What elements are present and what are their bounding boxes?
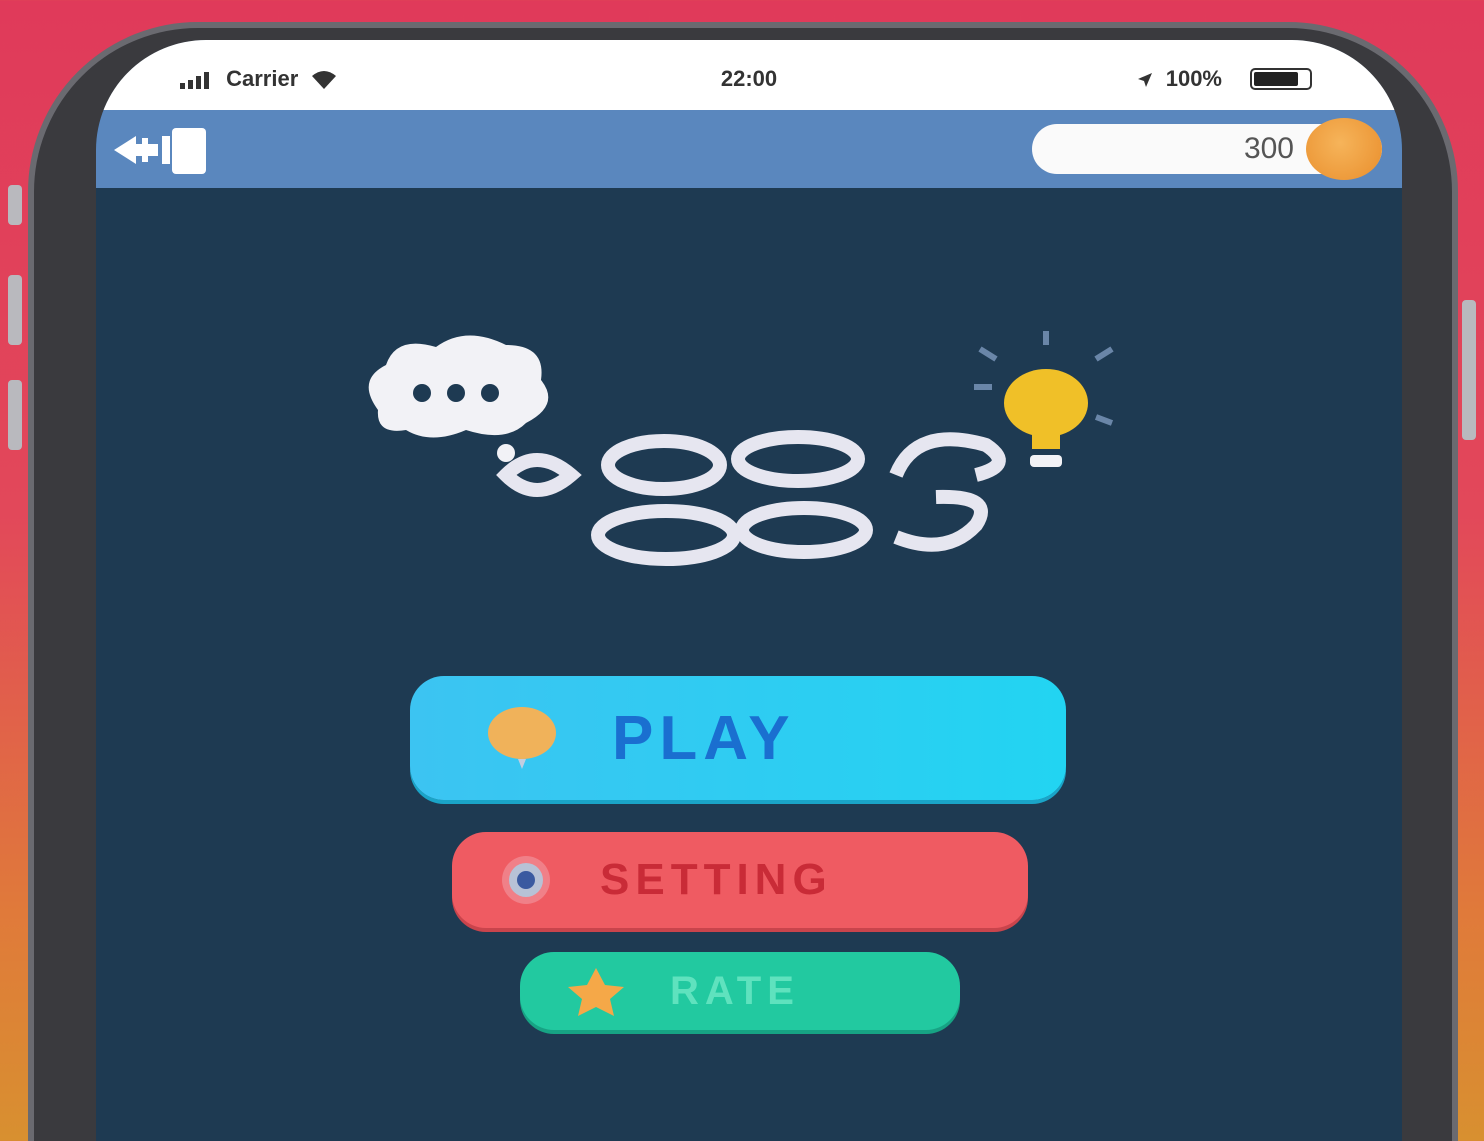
play-button[interactable]: PLAY	[410, 676, 1066, 800]
volume-up-button	[8, 275, 22, 345]
gear-icon	[502, 856, 550, 904]
battery-icon	[1250, 68, 1312, 90]
thought-bubble-icon	[368, 335, 549, 462]
exit-button[interactable]	[106, 122, 216, 178]
setting-button[interactable]: SETTING	[452, 832, 1028, 928]
coin-counter: 300	[1032, 118, 1382, 180]
mute-switch	[8, 185, 22, 225]
volume-down-button	[8, 380, 22, 450]
balloon-icon	[488, 707, 556, 769]
status-bar: Carrier 22:00 100%	[96, 40, 1402, 110]
app-screen: Carrier 22:00 100% 300 PLAY SETTING RATE	[96, 40, 1402, 1141]
exit-icon	[114, 128, 206, 174]
play-label: PLAY	[612, 703, 796, 773]
battery-group: 100%	[1136, 66, 1222, 92]
coin-value: 300	[1243, 132, 1294, 165]
setting-label: SETTING	[600, 855, 833, 904]
power-button	[1462, 300, 1476, 440]
location-icon	[1137, 73, 1152, 88]
rate-label: RATE	[670, 968, 800, 1013]
rate-button[interactable]: RATE	[520, 952, 960, 1030]
coin-icon	[1306, 118, 1382, 180]
battery-level	[1254, 72, 1299, 86]
game-logo	[368, 331, 1114, 566]
star-icon	[568, 968, 624, 1016]
battery-percent: 100%	[1165, 66, 1222, 91]
logo-lettering	[496, 430, 1006, 566]
top-app-bar: 300	[96, 110, 1402, 188]
